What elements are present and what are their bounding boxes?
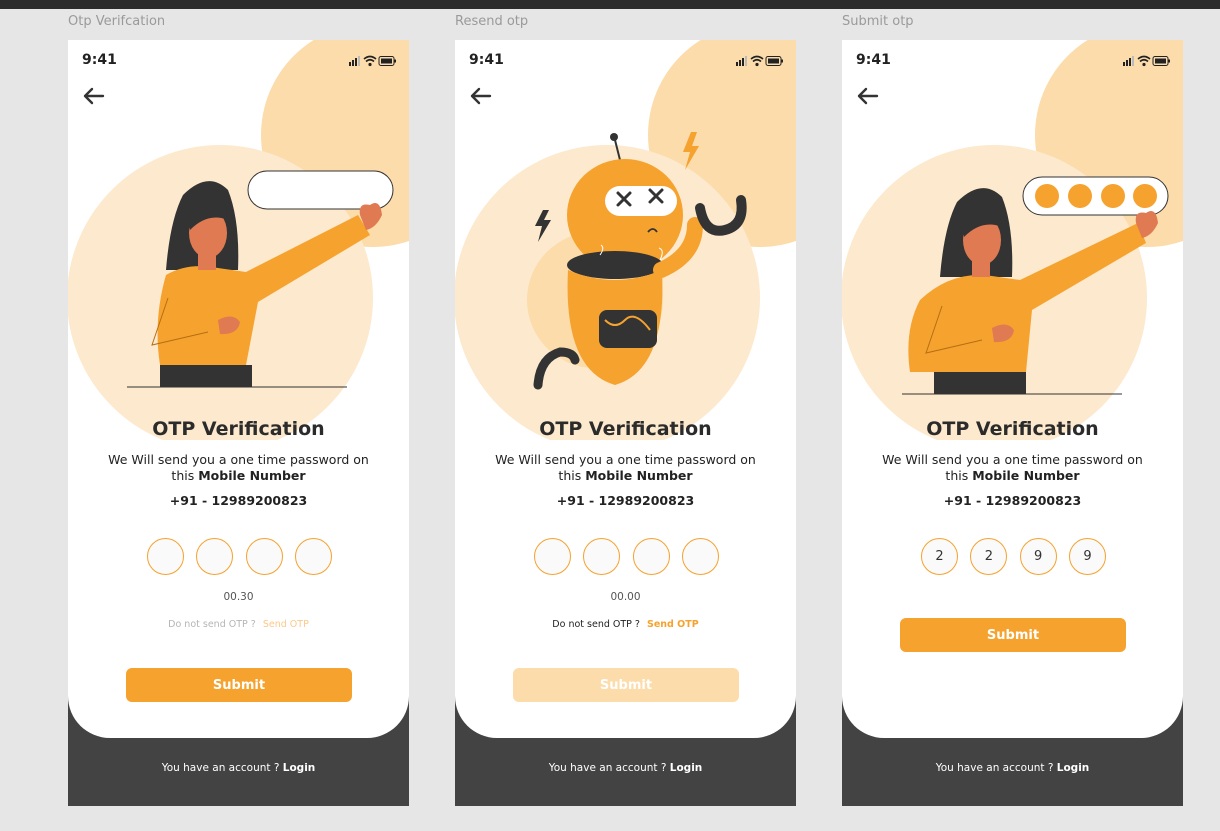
wifi-icon	[750, 55, 764, 67]
resend-row: Do not send OTP ? Send OTP	[68, 619, 409, 630]
otp-digit-4[interactable]	[681, 538, 719, 575]
woman-waving-illustration	[68, 40, 409, 440]
wifi-icon	[363, 55, 377, 67]
footer: You have an account ? Login	[68, 762, 409, 774]
robot-illustration	[455, 40, 796, 440]
submit-button[interactable]: Submit	[126, 668, 352, 702]
otp-digit-3[interactable]	[632, 538, 670, 575]
login-link[interactable]: Login	[670, 762, 703, 774]
footer: You have an account ? Login	[455, 762, 796, 774]
countdown-timer: 00.30	[223, 591, 254, 603]
status-time: 9:41	[856, 52, 891, 68]
page-title: OTP Verification	[926, 418, 1099, 440]
phone-number: +91 - 12989200823	[556, 493, 695, 508]
otp-digit-2[interactable]: 2	[970, 538, 1008, 575]
status-time: 9:41	[82, 52, 117, 68]
otp-input-row: 2 2 9 9	[921, 538, 1106, 575]
arrow-left-icon[interactable]	[82, 84, 106, 113]
arrow-left-icon[interactable]	[469, 84, 493, 113]
frame-title-resend-otp: Resend otp	[455, 14, 529, 29]
resend-row: Do not send OTP ? Send OTP	[455, 619, 796, 630]
status-icons	[349, 54, 397, 72]
phone-frame-resend-otp: 9:41 OTP Verification We Will send you a…	[455, 40, 796, 806]
otp-digit-3[interactable]	[245, 538, 283, 575]
login-link[interactable]: Login	[1057, 762, 1090, 774]
submit-button[interactable]: Submit	[900, 618, 1126, 652]
app-top-bar	[0, 0, 1220, 9]
countdown-timer: 00.00	[610, 591, 641, 603]
description-bold: Mobile Number	[198, 468, 306, 483]
description: We Will send you a one time password on …	[882, 452, 1143, 484]
otp-digit-2[interactable]	[196, 538, 234, 575]
battery-icon	[378, 56, 396, 66]
footer-text: You have an account ?	[548, 762, 667, 774]
otp-digit-4[interactable]: 9	[1068, 538, 1106, 575]
screen: 9:41 OTP Verification We Will send you a…	[68, 40, 409, 738]
description-bold: Mobile Number	[585, 468, 693, 483]
submit-button[interactable]: Submit	[513, 668, 739, 702]
login-link[interactable]: Login	[283, 762, 316, 774]
otp-digit-4[interactable]	[294, 538, 332, 575]
battery-icon	[765, 56, 783, 66]
send-otp-link[interactable]: Send OTP	[263, 619, 309, 630]
wifi-icon	[1137, 55, 1151, 67]
otp-digit-3[interactable]: 9	[1019, 538, 1057, 575]
phone-frame-otp-verification: 9:41 OTP Verification We Will send you a…	[68, 40, 409, 806]
otp-digit-1[interactable]	[534, 538, 571, 575]
footer: You have an account ? Login	[842, 762, 1183, 774]
page-title: OTP Verification	[152, 418, 325, 440]
description: We Will send you a one time password on …	[495, 452, 756, 484]
signal-icon	[1123, 56, 1134, 66]
footer-text: You have an account ?	[935, 762, 1054, 774]
status-icons	[736, 54, 784, 72]
description-bold: Mobile Number	[972, 468, 1080, 483]
otp-input-row	[147, 538, 332, 575]
status-time: 9:41	[469, 52, 504, 68]
frame-title-otp-verification: Otp Verifcation	[68, 14, 166, 29]
otp-digit-2[interactable]	[583, 538, 621, 575]
screen: 9:41 OTP Verification We Will send you a…	[842, 40, 1183, 738]
otp-input-row	[534, 538, 719, 575]
frame-title-submit-otp: Submit otp	[842, 14, 914, 29]
otp-digit-1[interactable]: 2	[921, 538, 958, 575]
signal-icon	[349, 56, 360, 66]
signal-icon	[736, 56, 747, 66]
battery-icon	[1152, 56, 1170, 66]
woman-waving-illustration	[842, 40, 1183, 440]
description: We Will send you a one time password on …	[108, 452, 369, 484]
phone-number: +91 - 12989200823	[169, 493, 308, 508]
screen: 9:41 OTP Verification We Will send you a…	[455, 40, 796, 738]
page-title: OTP Verification	[539, 418, 712, 440]
footer-text: You have an account ?	[161, 762, 280, 774]
otp-digit-1[interactable]	[147, 538, 184, 575]
send-otp-link[interactable]: Send OTP	[647, 619, 699, 630]
phone-frame-submit-otp: 9:41 OTP Verification We Will send you a…	[842, 40, 1183, 806]
resend-text: Do not send OTP ?	[552, 619, 640, 630]
arrow-left-icon[interactable]	[856, 84, 880, 113]
status-icons	[1123, 54, 1171, 72]
phone-number: +91 - 12989200823	[943, 493, 1082, 508]
resend-text: Do not send OTP ?	[168, 619, 256, 630]
